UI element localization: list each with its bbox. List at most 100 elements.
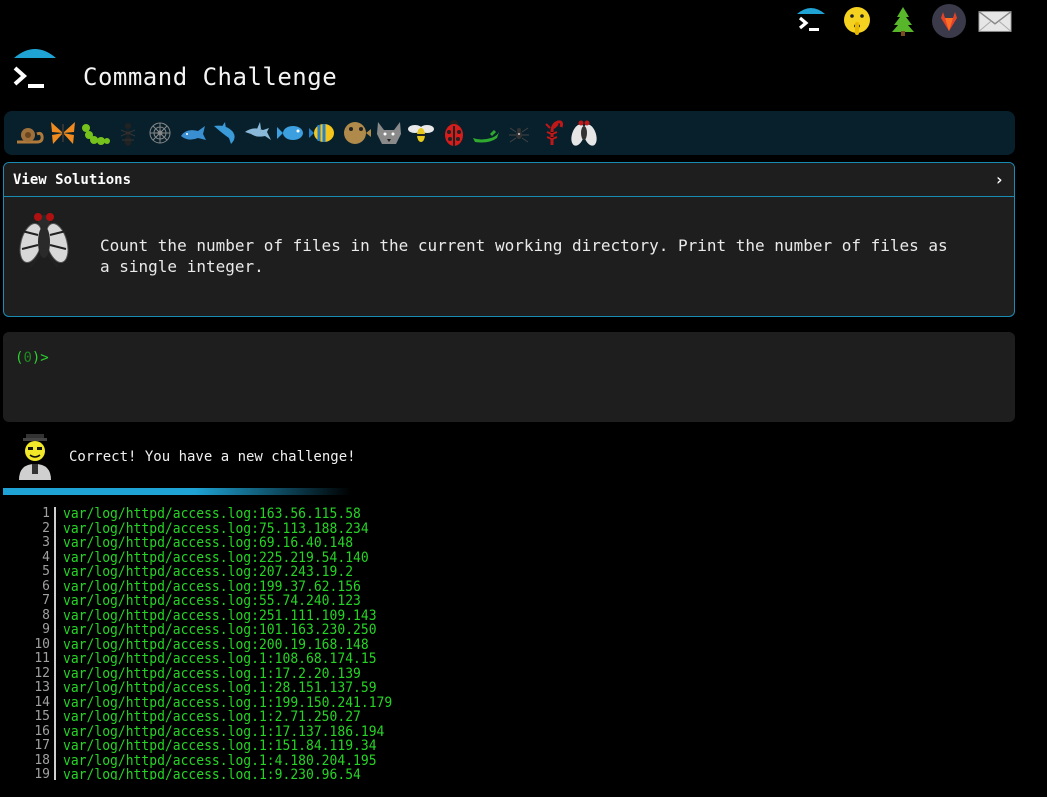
prompt-exit-code: 0 [23,350,32,366]
chevron-right-icon: › [994,170,1004,189]
line-text: var/log/httpd/access.log:75.113.188.234 [63,520,369,537]
line-text: var/log/httpd/access.log:163.56.115.58 [63,507,361,522]
line-text: var/log/httpd/access.log.1:2.71.250.27 [63,709,361,725]
line-text: var/log/httpd/access.log:69.16.40.148 [63,535,354,551]
output-line: 3 var/log/httpd/access.log:69.16.40.148 [0,535,800,551]
result-message: Correct! You have a new challenge! [14,430,356,482]
gitlab-icon[interactable] [932,4,966,38]
line-separator [54,739,56,754]
output-line: 6 var/log/httpd/access.log:199.37.62.156 [0,578,800,595]
output-line: 18 var/log/httpd/access.log.1:4.180.204.1… [0,752,800,769]
fish-icon[interactable] [275,117,307,149]
line-text: var/log/httpd/access.log:199.37.62.156 [63,578,361,595]
line-separator [54,507,56,522]
line-number: 14 [34,694,50,710]
line-number: 4 [42,549,50,565]
line-text: var/log/httpd/access.log.1:17.2.20.139 [63,665,361,682]
line-text: var/log/httpd/access.log:225.219.54.140 [63,549,369,566]
line-separator [54,521,56,536]
line-text: var/log/httpd/access.log.1:151.84.119.34 [63,738,377,754]
line-separator [54,536,56,551]
line-number: 19 [34,767,50,780]
blowfish-icon[interactable] [340,117,372,149]
tree-icon[interactable] [886,4,920,38]
prompt-close: )> [31,350,49,366]
line-separator [54,594,56,609]
challenge-body: Count the number of files in the current… [4,197,1014,316]
line-number: 8 [42,607,50,623]
line-separator [54,608,56,623]
line-number: 5 [42,564,50,579]
challenge-animal-bar [4,111,1015,155]
line-text: var/log/httpd/access.log.1:4.180.204.195 [63,752,377,769]
line-text: var/log/httpd/access.log:207.243.19.2 [63,564,354,580]
line-number: 12 [34,665,50,681]
line-number: 17 [34,738,50,753]
line-text: var/log/httpd/access.log:251.111.109.143 [63,607,377,624]
spider-icon[interactable] [503,117,535,149]
site-header: Command Challenge [12,46,337,98]
view-solutions-toggle[interactable]: View Solutions › [4,163,1014,197]
command-prompt[interactable]: (0)> [15,350,1003,366]
line-number: 2 [42,520,50,536]
output-line: 11 var/log/httpd/access.log.1:108.68.174.… [0,651,800,667]
line-number: 11 [34,651,50,666]
challenge-description: Count the number of files in the current… [100,236,948,276]
command-output: 1 var/log/httpd/access.log:163.56.115.58 2… [0,507,800,780]
shark-icon[interactable] [210,117,242,149]
site-title[interactable]: Command Challenge [83,63,337,91]
line-text: var/log/httpd/access.log.1:17.137.186.19… [63,723,385,740]
line-number: 3 [42,535,50,550]
tropical-fish-icon[interactable] [307,117,339,149]
line-number: 15 [34,709,50,724]
output-line: 5 var/log/httpd/access.log:207.243.19.2 [0,564,800,580]
line-separator [54,550,56,565]
line-separator [54,695,56,710]
scorpion-icon[interactable] [536,117,568,149]
output-line: 7 var/log/httpd/access.log:55.74.240.123 [0,593,800,609]
line-separator [54,681,56,696]
line-number: 10 [34,636,50,652]
butterfly-icon[interactable] [47,117,79,149]
line-number: 9 [42,622,50,637]
line-separator [54,753,56,768]
line-text: var/log/httpd/access.log:55.74.240.123 [63,593,361,609]
output-line: 17 var/log/httpd/access.log.1:151.84.119.… [0,738,800,754]
ladybug-icon[interactable] [438,117,470,149]
line-number: 6 [42,578,50,594]
challenge-panel: View Solutions › Count the number of fil… [3,162,1015,317]
terminal-icon[interactable] [794,4,828,38]
caterpillar-icon[interactable] [79,117,111,149]
line-text: var/log/httpd/access.log.1:108.68.174.15 [63,651,377,667]
result-text: Correct! You have a new challenge! [69,449,356,465]
shush-face-icon[interactable] [840,4,874,38]
output-line: 2 var/log/httpd/access.log:75.113.188.234 [0,520,800,537]
spider-web-icon[interactable] [144,117,176,149]
line-text: var/log/httpd/access.log.1:199.150.241.1… [63,694,393,711]
line-text: var/log/httpd/access.log.1:9.230.96.54 [63,767,361,780]
dolphin-icon[interactable] [242,117,274,149]
wolf-icon[interactable] [373,117,405,149]
output-line: 9 var/log/httpd/access.log:101.163.230.25… [0,622,800,638]
snail-icon[interactable] [14,117,46,149]
output-line: 4 var/log/httpd/access.log:225.219.54.140 [0,549,800,566]
line-separator [54,623,56,638]
ant-icon[interactable] [112,117,144,149]
terminal-umbrella-logo[interactable] [12,46,58,98]
output-line: 19 var/log/httpd/access.log.1:9.230.96.54 [0,767,800,780]
output-line: 14 var/log/httpd/access.log.1:199.150.241… [0,694,800,711]
fly-icon [16,209,72,271]
whale-icon[interactable] [177,117,209,149]
mail-icon[interactable] [978,4,1012,38]
line-text: var/log/httpd/access.log.1:28.151.137.59 [63,680,377,696]
command-terminal[interactable]: (0)> [3,332,1015,422]
line-text: var/log/httpd/access.log:200.19.168.148 [63,636,369,653]
fly-icon[interactable] [568,117,600,149]
output-line: 16 var/log/httpd/access.log.1:17.137.186.… [0,723,800,740]
bee-icon[interactable] [405,117,437,149]
lizard-icon[interactable] [470,117,502,149]
output-line: 13 var/log/httpd/access.log.1:28.151.137.… [0,680,800,696]
line-separator [54,652,56,667]
line-separator [54,710,56,725]
line-separator [54,724,56,739]
